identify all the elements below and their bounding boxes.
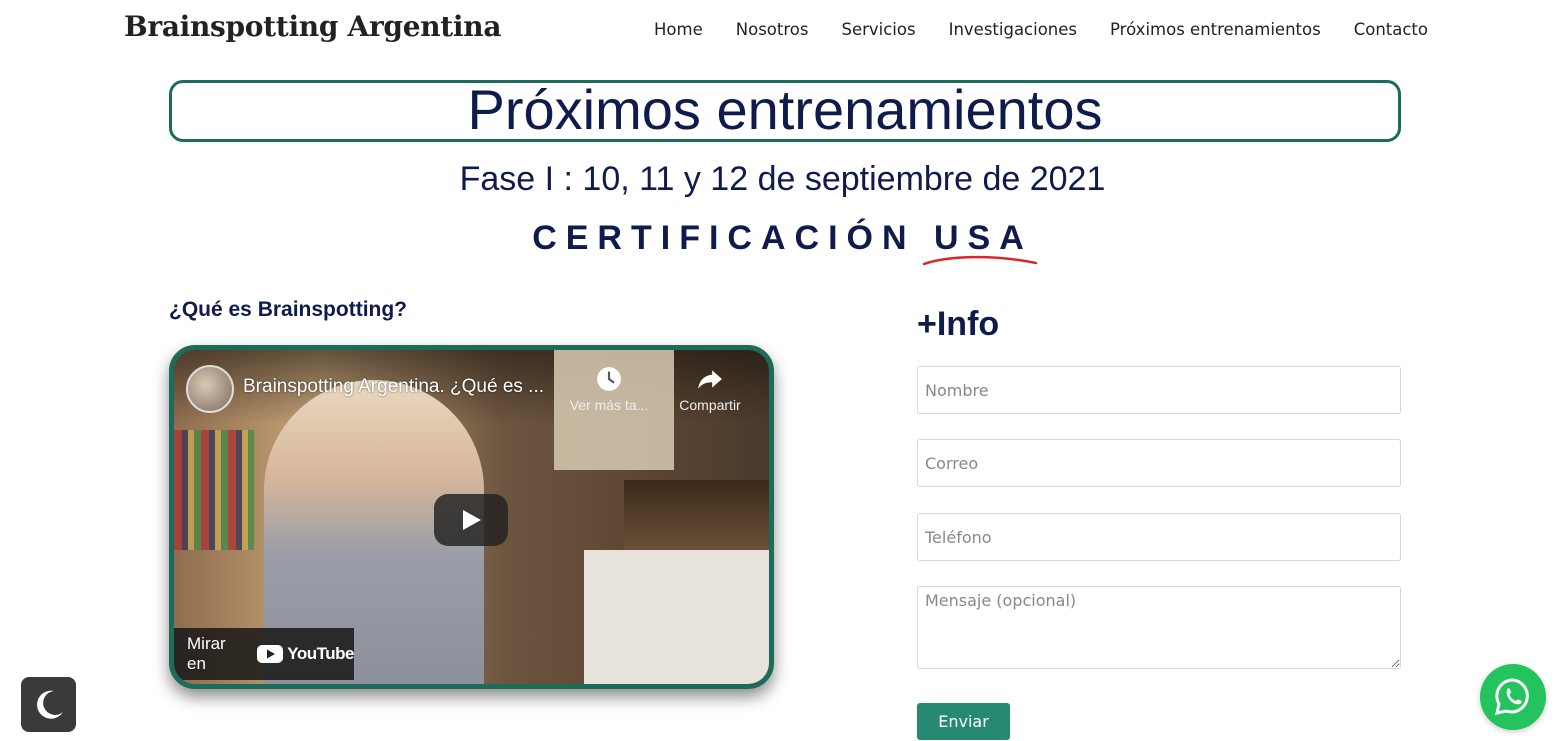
watch-on-label: Mirar en	[187, 634, 226, 673]
nav-servicios[interactable]: Servicios	[841, 20, 915, 39]
nav-home[interactable]: Home	[654, 20, 703, 39]
site-header: Brainspotting Argentina Home Nosotros Se…	[0, 0, 1565, 62]
brush-underline-icon	[922, 255, 1038, 266]
youtube-wordmark: YouTube	[287, 644, 354, 663]
page-title-box: Próximos entrenamientos	[169, 80, 1401, 142]
page-title: Próximos entrenamientos	[467, 78, 1103, 141]
certification-label: CERTIFICACIÓN	[532, 219, 916, 257]
nav-contacto[interactable]: Contacto	[1354, 20, 1428, 39]
thumbnail-shelf	[624, 480, 769, 550]
video-title[interactable]: Brainspotting Argentina. ¿Qué es ...	[243, 376, 544, 398]
certification-highlight: USA	[922, 219, 1038, 266]
whatsapp-icon	[1495, 678, 1529, 715]
phone-field[interactable]	[917, 513, 1401, 561]
moon-icon	[36, 690, 63, 719]
play-button[interactable]	[434, 494, 508, 546]
channel-avatar[interactable]	[186, 365, 234, 413]
site-logo[interactable]: Brainspotting Argentina	[124, 10, 501, 43]
youtube-play-icon	[257, 645, 284, 663]
watch-later-label: Ver más ta...	[569, 397, 649, 413]
certification-highlight-text: USA	[933, 219, 1033, 257]
dark-mode-toggle[interactable]	[21, 677, 76, 732]
phase-dates: Fase I : 10, 11 y 12 de septiembre de 20…	[459, 160, 1106, 198]
clock-icon	[597, 367, 621, 391]
youtube-video-embed[interactable]: Brainspotting Argentina. ¿Qué es ... Ver…	[169, 345, 774, 689]
thumbnail-table	[584, 550, 769, 684]
share-label: Compartir	[679, 397, 741, 413]
nav-nosotros[interactable]: Nosotros	[736, 20, 809, 39]
certification-heading: CERTIFICACIÓN USA	[0, 219, 1565, 266]
whatsapp-button[interactable]	[1480, 664, 1546, 730]
share-button[interactable]: Compartir	[660, 366, 760, 413]
video-top-bar: Brainspotting Argentina. ¿Qué es ... Ver…	[174, 350, 769, 420]
thumbnail-bookshelf	[174, 430, 254, 550]
share-arrow-icon	[698, 370, 722, 389]
message-field[interactable]	[917, 586, 1401, 669]
submit-button[interactable]: Enviar	[917, 703, 1010, 740]
watch-on-youtube-button[interactable]: Mirar en YouTube	[174, 628, 354, 680]
watch-later-button[interactable]: Ver más ta...	[559, 366, 659, 413]
nav-proximos-entrenamientos[interactable]: Próximos entrenamientos	[1110, 20, 1321, 39]
video-section-heading: ¿Qué es Brainspotting?	[169, 298, 408, 321]
main-nav: Home Nosotros Servicios Investigaciones …	[654, 20, 1428, 39]
email-field[interactable]	[917, 439, 1401, 487]
name-field[interactable]	[917, 366, 1401, 414]
nav-investigaciones[interactable]: Investigaciones	[949, 20, 1077, 39]
play-icon	[463, 510, 481, 530]
info-form-heading: +Info	[917, 305, 1000, 343]
youtube-logo: YouTube	[257, 644, 354, 664]
